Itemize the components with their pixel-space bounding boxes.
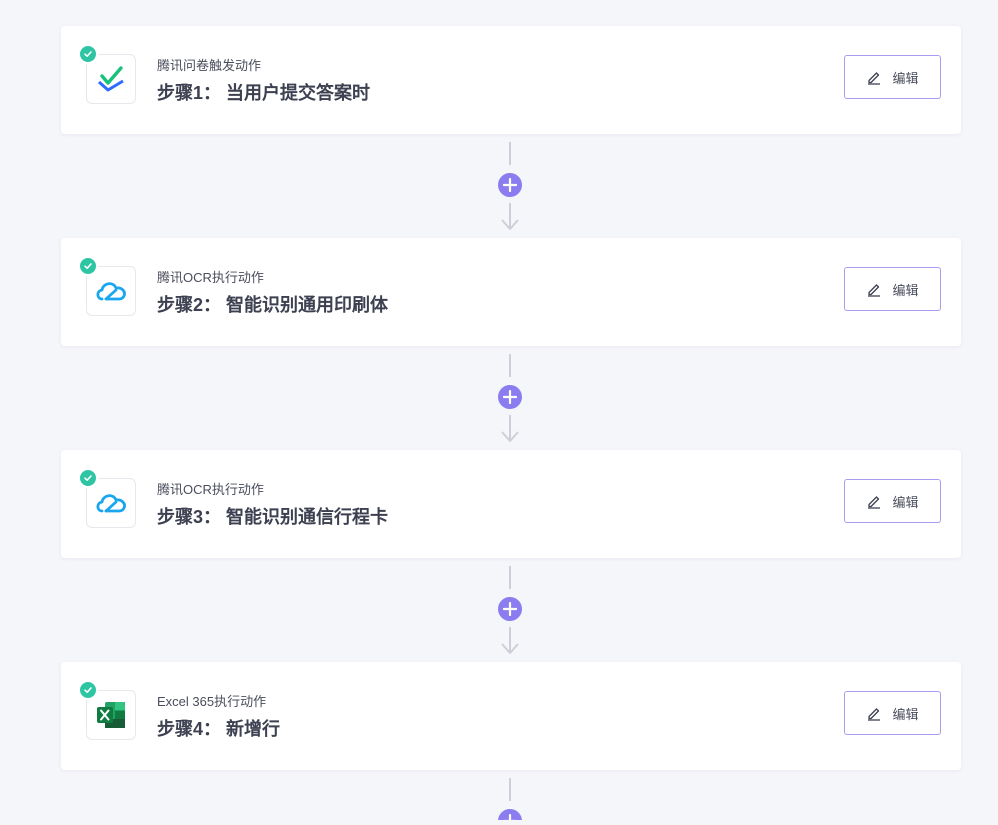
- edit-button-label: 编辑: [892, 494, 919, 510]
- plus-icon: [503, 390, 517, 404]
- edit-button[interactable]: 编辑: [844, 55, 941, 99]
- pencil-icon: [868, 708, 881, 721]
- edit-button[interactable]: 编辑: [844, 479, 941, 523]
- step-title: 步骤2： 智能识别通用印刷体: [157, 295, 389, 315]
- add-step-button[interactable]: [498, 385, 522, 409]
- pencil-icon: [868, 496, 881, 509]
- check-icon: [78, 44, 98, 64]
- plus-icon: [503, 602, 517, 616]
- pencil-icon: [868, 72, 881, 85]
- edit-button-label: 编辑: [892, 70, 919, 86]
- step-card-4: Excel 365执行动作 步骤4： 新增行 编辑: [61, 662, 961, 770]
- step-card-3: 腾讯OCR执行动作 步骤3： 智能识别通信行程卡 编辑: [61, 450, 961, 558]
- edit-button-label: 编辑: [892, 282, 919, 298]
- edit-button[interactable]: 编辑: [844, 267, 941, 311]
- step-card-1: 腾讯问卷触发动作 步骤1： 当用户提交答案时 编辑: [61, 26, 961, 134]
- edit-button-label: 编辑: [892, 706, 919, 722]
- step-title: 步骤1： 当用户提交答案时: [157, 83, 371, 103]
- step-subtitle: 腾讯OCR执行动作: [157, 270, 264, 285]
- step-subtitle: 腾讯OCR执行动作: [157, 482, 264, 497]
- check-icon: [78, 468, 98, 488]
- check-icon: [78, 680, 98, 700]
- plus-icon: [503, 178, 517, 192]
- pencil-icon: [868, 284, 881, 297]
- edit-button[interactable]: 编辑: [844, 691, 941, 735]
- add-step-button[interactable]: [498, 173, 522, 197]
- check-icon: [78, 256, 98, 276]
- step-subtitle: 腾讯问卷触发动作: [157, 58, 262, 73]
- step-title: 步骤4： 新增行: [157, 719, 281, 739]
- plus-icon: [503, 814, 517, 820]
- add-step-button[interactable]: [498, 597, 522, 621]
- step-card-2: 腾讯OCR执行动作 步骤2： 智能识别通用印刷体 编辑: [61, 238, 961, 346]
- step-title: 步骤3： 智能识别通信行程卡: [157, 507, 389, 527]
- add-step-button[interactable]: [498, 809, 522, 820]
- step-subtitle: Excel 365执行动作: [157, 694, 267, 709]
